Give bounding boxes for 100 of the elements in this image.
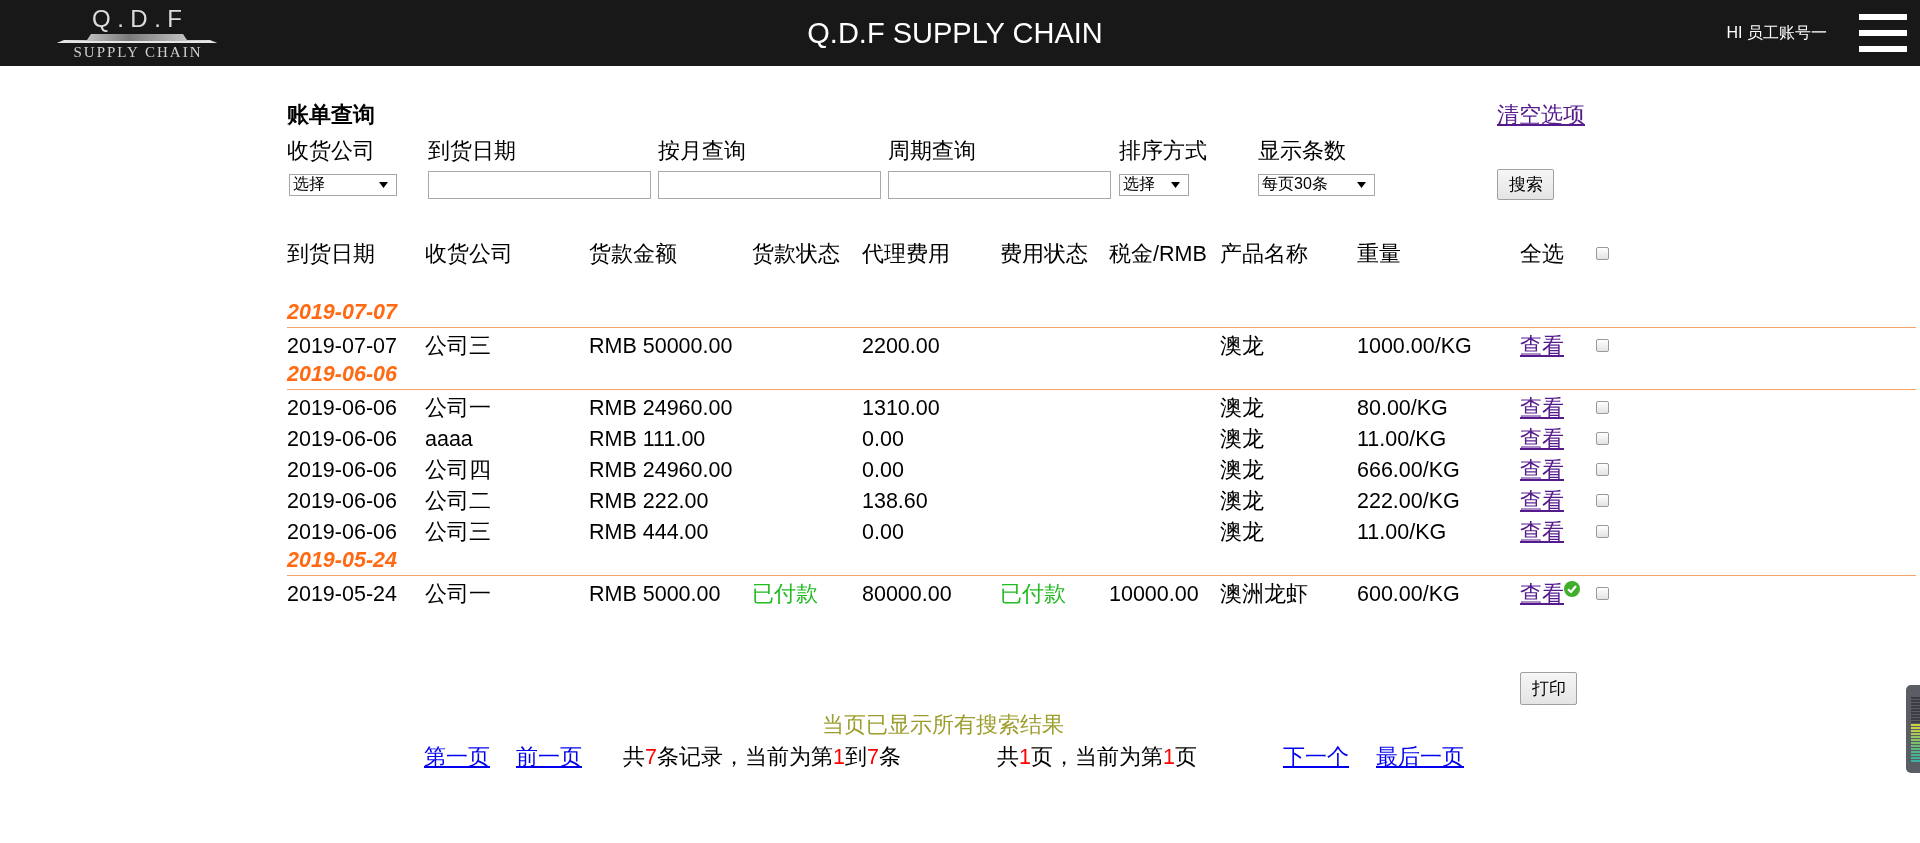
view-link[interactable]: 查看 <box>1520 456 1564 483</box>
table-cell: 澳龙 <box>1220 425 1264 452</box>
row-checkbox[interactable] <box>1596 463 1609 476</box>
filter-label: 显示条数 <box>1258 138 1346 164</box>
table-cell: 666.00/KG <box>1357 456 1460 483</box>
logo-bar-icon <box>57 32 217 43</box>
row-checkbox[interactable] <box>1596 494 1609 507</box>
table-cell: 已付款 <box>1000 580 1066 607</box>
clear-options-link[interactable]: 清空选项 <box>1497 102 1585 128</box>
table-cell: RMB 222.00 <box>589 487 709 514</box>
table-cell: 0.00 <box>862 456 904 483</box>
table-cell: 2019-06-06 <box>287 518 397 545</box>
table-cell: 公司二 <box>425 487 491 514</box>
filter-label: 周期查询 <box>888 138 976 164</box>
table-cell: 公司四 <box>425 456 491 483</box>
caret-icon <box>1171 181 1180 188</box>
column-header: 到货日期 <box>287 240 375 267</box>
pagination-link[interactable]: 下一个 <box>1283 744 1349 770</box>
column-header: 代理费用 <box>862 240 950 267</box>
filter-label: 按月查询 <box>658 138 746 164</box>
print-button[interactable]: 打印 <box>1520 672 1577 705</box>
table-cell: 1310.00 <box>862 394 940 421</box>
column-header: 全选 <box>1520 240 1564 267</box>
text-input-field[interactable] <box>428 170 651 199</box>
pagination-link[interactable]: 最后一页 <box>1376 744 1464 770</box>
column-header: 收货公司 <box>425 240 513 267</box>
logo-tagline: SUPPLY CHAIN <box>72 44 203 60</box>
table-cell: 600.00/KG <box>1357 580 1460 607</box>
table-cell: 222.00/KG <box>1357 487 1460 514</box>
column-header: 费用状态 <box>1000 240 1088 267</box>
group-date-label: 2019-06-06 <box>287 361 397 387</box>
table-cell: 2019-06-06 <box>287 425 397 452</box>
table-cell: 澳龙 <box>1220 518 1264 545</box>
view-link[interactable]: 查看 <box>1520 518 1564 545</box>
table-cell: 0.00 <box>862 425 904 452</box>
table-cell: RMB 5000.00 <box>589 580 721 607</box>
table-cell: RMB 24960.00 <box>589 394 733 421</box>
pagination-link[interactable]: 第一页 <box>424 744 490 770</box>
filter-label: 收货公司 <box>287 138 375 164</box>
dropdown-select[interactable]: 每页30条 <box>1258 173 1375 196</box>
table-cell: 2019-06-06 <box>287 487 397 514</box>
table-cell: RMB 111.00 <box>589 425 706 452</box>
table-cell: 公司三 <box>425 332 491 359</box>
search-button[interactable]: 搜索 <box>1497 169 1554 200</box>
column-header: 货款金额 <box>589 240 677 267</box>
select-all-checkbox[interactable] <box>1596 247 1609 260</box>
table-cell: 澳洲龙虾 <box>1220 580 1308 607</box>
column-header: 产品名称 <box>1220 240 1308 267</box>
table-cell: 0.00 <box>862 518 904 545</box>
group-date-label: 2019-05-24 <box>287 547 397 573</box>
table-cell: RMB 444.00 <box>589 518 709 545</box>
page-title: 账单查询 <box>287 102 375 128</box>
pagination-link[interactable]: 前一页 <box>516 744 582 770</box>
table-cell: 澳龙 <box>1220 332 1264 359</box>
row-checkbox[interactable] <box>1596 339 1609 352</box>
table-cell: 2200.00 <box>862 332 940 359</box>
table-cell: 公司三 <box>425 518 491 545</box>
column-header: 重量 <box>1357 240 1401 267</box>
results-message: 当页已显示所有搜索结果 <box>822 712 1064 738</box>
logo-title: Q.D.F <box>91 6 189 31</box>
table-cell: 11.00/KG <box>1357 518 1447 545</box>
filter-label: 排序方式 <box>1119 138 1207 164</box>
table-cell: 80.00/KG <box>1357 394 1448 421</box>
table-cell: RMB 50000.00 <box>589 332 733 359</box>
table-cell: 138.60 <box>862 487 928 514</box>
view-link[interactable]: 查看 <box>1520 394 1564 421</box>
view-link[interactable]: 查看 <box>1520 332 1564 359</box>
level-meter-icon <box>1906 685 1920 773</box>
view-link[interactable]: 查看 <box>1520 487 1564 514</box>
table-cell: 澳龙 <box>1220 456 1264 483</box>
view-link[interactable]: 查看 <box>1520 580 1564 607</box>
table-cell: 2019-05-24 <box>287 580 397 607</box>
table-cell: 2019-06-06 <box>287 394 397 421</box>
row-checkbox[interactable] <box>1596 525 1609 538</box>
caret-icon <box>1357 181 1366 188</box>
row-checkbox[interactable] <box>1596 432 1609 445</box>
text-input-field[interactable] <box>658 170 881 199</box>
caret-icon <box>379 181 388 188</box>
column-header: 税金/RMB <box>1109 240 1207 267</box>
filter-label: 到货日期 <box>428 138 516 164</box>
table-cell: 2019-07-07 <box>287 332 397 359</box>
table-cell: 公司一 <box>425 580 491 607</box>
table-cell: 澳龙 <box>1220 394 1264 421</box>
menu-icon[interactable] <box>1859 14 1907 52</box>
row-checkbox[interactable] <box>1596 401 1609 414</box>
row-checkbox[interactable] <box>1596 587 1609 600</box>
text-input-field[interactable] <box>888 170 1111 199</box>
dropdown-select[interactable]: 选择 <box>289 173 397 196</box>
table-cell: 10000.00 <box>1109 580 1199 607</box>
table-cell: 80000.00 <box>862 580 952 607</box>
pagination-summary: 共1页，当前为第1页 <box>997 744 1197 770</box>
pagination-summary: 共7条记录，当前为第1到7条 <box>623 744 901 770</box>
dropdown-select[interactable]: 选择 <box>1119 173 1189 196</box>
table-cell: 11.00/KG <box>1357 425 1447 452</box>
app-title: Q.D.F SUPPLY CHAIN <box>807 16 1103 50</box>
user-greeting: HI 员工账号一 <box>1726 23 1827 43</box>
view-link[interactable]: 查看 <box>1520 425 1564 452</box>
table-cell: 1000.00/KG <box>1357 332 1472 359</box>
column-header: 货款状态 <box>752 240 840 267</box>
table-cell: aaaa <box>425 425 473 452</box>
